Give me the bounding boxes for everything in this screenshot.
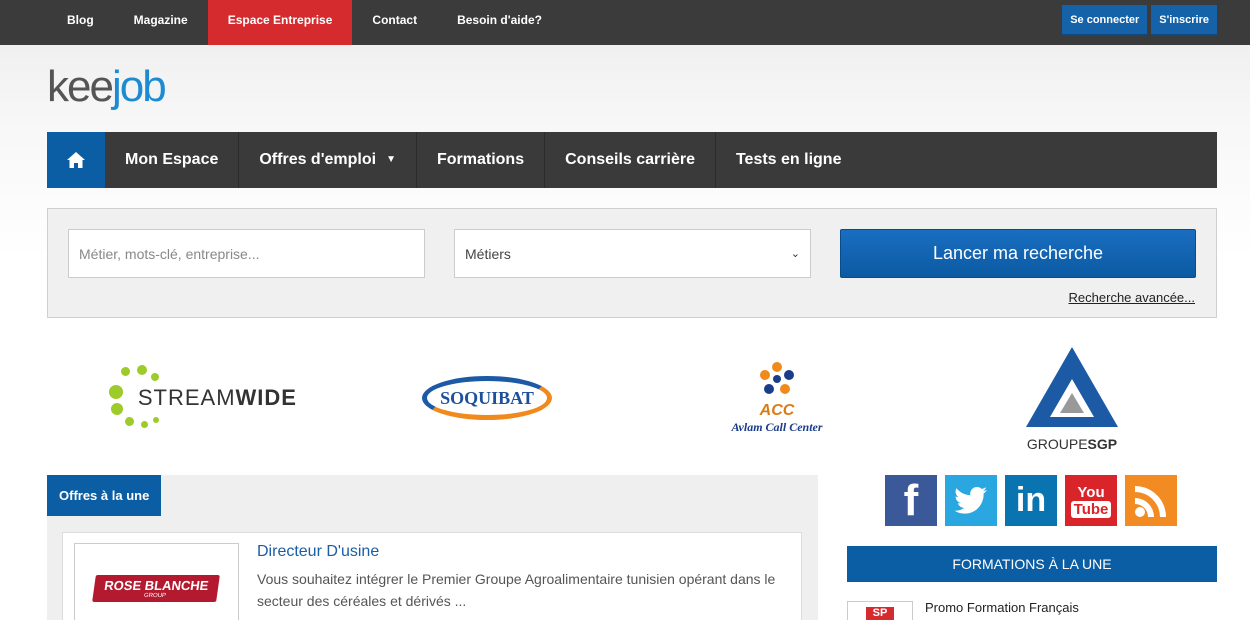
partner-acc[interactable]: ACC Avlam Call Center [702, 338, 852, 458]
topnav-espace-entreprise[interactable]: Espace Entreprise [207, 0, 353, 45]
partner-logos: STREAMWIDE SOQUIBAT ACC Avlam Call Cente… [47, 338, 1217, 458]
rose-blanche-name: ROSE BLANCHE [103, 577, 210, 593]
search-input[interactable] [68, 229, 425, 278]
formation-title-link[interactable]: Promo Formation Français [925, 600, 1079, 615]
rose-blanche-logo: ROSE BLANCHE GROUP [92, 574, 221, 602]
metiers-select-value: Métiers [465, 245, 511, 262]
search-button[interactable]: Lancer ma recherche [840, 229, 1196, 278]
nav-conseils-carriere-label: Conseils carrière [565, 151, 695, 168]
auth-buttons: Se connecter S'inscrire [1062, 5, 1217, 36]
search-panel: Métiers ⌄ Lancer ma recherche Recherche … [47, 208, 1217, 318]
topnav-blog[interactable]: Blog [47, 0, 114, 45]
facebook-icon[interactable]: f [885, 475, 937, 526]
partner-streamwide[interactable]: STREAMWIDE [107, 338, 297, 458]
formation-thumb-text: SP [866, 607, 894, 620]
offer-description: Vous souhaitez intégrer le Premier Group… [257, 571, 776, 609]
home-button[interactable] [47, 132, 105, 188]
sgp-logo: GROUPESGP [1024, 345, 1120, 452]
twitter-icon[interactable] [945, 475, 997, 526]
topnav-contact[interactable]: Contact [352, 0, 437, 45]
rss-icon[interactable] [1125, 475, 1177, 526]
sgp-triangle-icon [1026, 346, 1118, 427]
streamwide-bold: WIDE [235, 385, 297, 410]
streamwide-logo-icon [107, 363, 159, 433]
youtube-icon[interactable]: You Tube [1065, 475, 1117, 526]
sgp-bold: SGP [1087, 435, 1118, 452]
main-nav: Mon Espace Offres d'emploi ▼ Formations C… [47, 132, 1217, 188]
linkedin-icon[interactable]: in [1005, 475, 1057, 526]
nav-tests-en-ligne[interactable]: Tests en ligne [716, 132, 862, 188]
offers-tab[interactable]: Offres à la une [47, 475, 162, 516]
nav-mon-espace[interactable]: Mon Espace [105, 132, 240, 188]
topnav-help[interactable]: Besoin d'aide? [437, 0, 562, 45]
home-icon [67, 152, 85, 168]
login-button[interactable]: Se connecter [1062, 5, 1148, 36]
nav-conseils-carriere[interactable]: Conseils carrière [545, 132, 716, 188]
social-links: f in You Tube [885, 475, 1177, 526]
company-logo[interactable]: ROSE BLANCHE GROUP [74, 543, 239, 620]
offer-card[interactable]: ROSE BLANCHE GROUP Directeur D'usine Vou… [62, 532, 802, 620]
advanced-search-link[interactable]: Recherche avancée... [1069, 290, 1195, 305]
partner-soquibat[interactable]: SOQUIBAT [417, 338, 557, 458]
chevron-down-icon: ▼ [386, 154, 396, 165]
sgp-wordmark: GROUPESGP [1024, 436, 1120, 452]
nav-tests-en-ligne-label: Tests en ligne [735, 151, 842, 168]
top-bar: Blog Magazine Espace Entreprise Contact … [0, 0, 1250, 45]
logo-part-job: job [111, 62, 167, 111]
nav-offres-emploi[interactable]: Offres d'emploi ▼ [239, 132, 417, 188]
streamwide-light: STREAM [137, 385, 236, 410]
formation-thumbnail[interactable]: SP [847, 601, 913, 620]
partner-sgp[interactable]: GROUPESGP [1012, 338, 1132, 458]
topnav-magazine[interactable]: Magazine [114, 0, 208, 45]
logo-part-kee: kee [47, 62, 114, 111]
signup-button[interactable]: S'inscrire [1151, 5, 1217, 36]
acc-logo: ACC Avlam Call Center [731, 361, 823, 435]
site-logo[interactable]: keejob [47, 62, 167, 112]
nav-formations-label: Formations [436, 151, 525, 168]
chevron-down-icon: ⌄ [790, 248, 800, 260]
acc-flower-icon [760, 362, 794, 394]
formations-heading: FORMATIONS À LA UNE [847, 546, 1217, 582]
soquibat-logo: SOQUIBAT [422, 376, 552, 420]
rose-blanche-sub: GROUP [144, 592, 167, 599]
sgp-light: GROUPE [1026, 435, 1088, 452]
soquibat-wordmark: SOQUIBAT [440, 387, 534, 408]
offer-title-link[interactable]: Directeur D'usine [257, 543, 379, 561]
nav-offres-emploi-label: Offres d'emploi [259, 151, 377, 168]
streamwide-wordmark: STREAMWIDE [138, 385, 297, 411]
metiers-select[interactable]: Métiers ⌄ [454, 229, 811, 278]
acc-subtitle: Avlam Call Center [731, 420, 823, 434]
featured-offers: Offres à la une ROSE BLANCHE GROUP Direc… [47, 475, 818, 620]
acc-name: ACC [759, 402, 795, 419]
nav-formations[interactable]: Formations [417, 132, 546, 188]
top-nav: Blog Magazine Espace Entreprise Contact … [47, 0, 562, 45]
nav-mon-espace-label: Mon Espace [125, 151, 219, 168]
